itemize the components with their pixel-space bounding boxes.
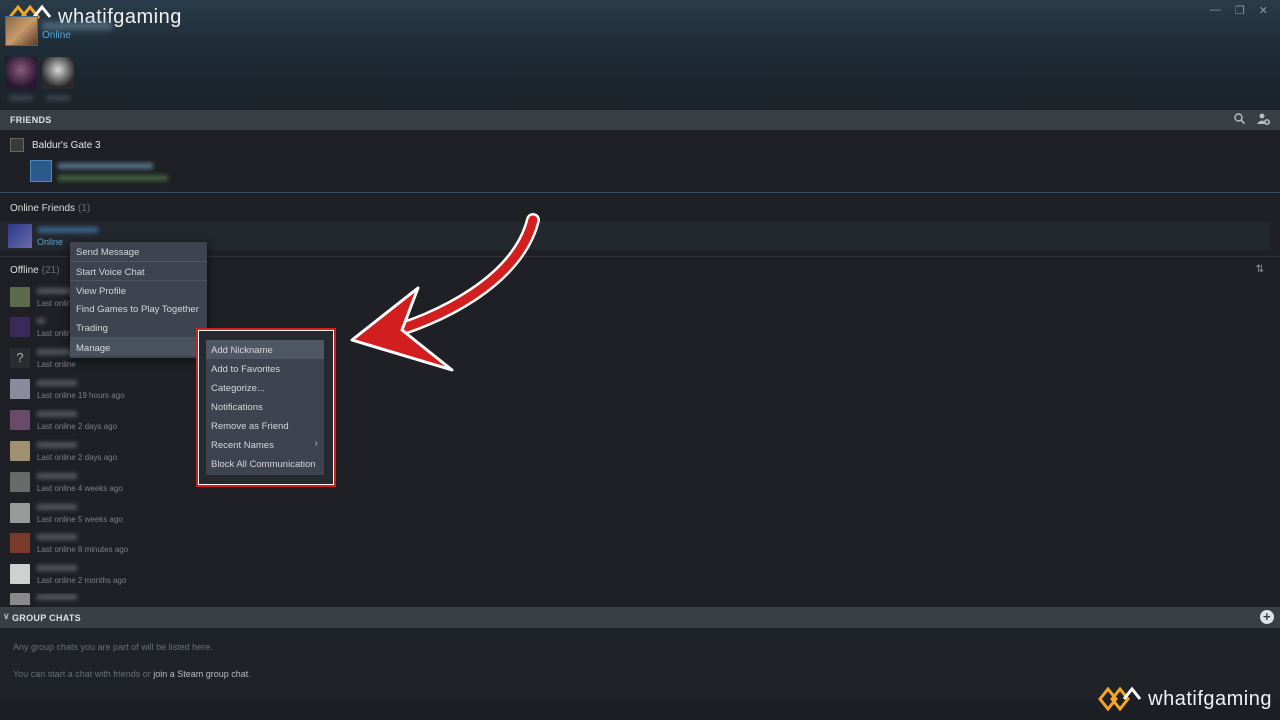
friend-status: Last online 19 hours ago [37,391,125,400]
menu-item-recent-names[interactable]: Recent Names › [206,435,324,454]
avatar [10,287,30,307]
game-icon [10,138,24,152]
menu-item-trading[interactable]: Trading [70,318,207,337]
user-name-blurred [42,22,112,30]
user-panel: whatifgaming Online — ❐ ✕ [0,0,1280,110]
avatar [10,472,30,492]
watermark-logo-icon [1098,686,1142,712]
menu-item-view-profile[interactable]: View Profile [70,280,207,299]
recent-names-label: Recent Names [211,440,274,451]
friends-header-title: FRIENDS [10,115,52,125]
friend-name-blurred [37,442,77,448]
add-group-chat-icon[interactable]: + [1260,610,1274,624]
favorite-friend-avatar[interactable] [42,57,74,89]
join-group-chat-link[interactable]: join a Steam group chat [153,669,248,679]
friend-status: Last online 2 months ago [37,576,127,585]
friend-name-blurred [37,534,77,540]
offline-title-label: Offline [10,265,39,276]
friend-status: Last online 4 weeks ago [37,484,123,493]
friend-name-blurred [37,504,77,510]
friends-header: FRIENDS [0,110,1280,130]
add-friend-icon[interactable] [1257,113,1270,125]
friend-name-blurred [37,380,77,386]
chevron-right-icon: › [314,438,318,449]
close-button[interactable]: ✕ [1259,4,1268,17]
user-status[interactable]: Online [42,30,71,41]
friend-game-status-blurred [58,175,168,181]
avatar [10,317,30,337]
friend-avatar[interactable] [8,224,32,248]
user-avatar[interactable] [5,16,38,46]
group-chats-header[interactable]: ∨ GROUP CHATS + [0,607,1280,628]
window-controls: — ❐ ✕ [1210,4,1268,17]
friend-status: Online [37,237,64,247]
friend-name-blurred [37,318,45,324]
avatar-placeholder-icon: ? [10,348,30,368]
menu-item-start-voice-chat[interactable]: Start Voice Chat [70,261,207,280]
offline-count: (21) [41,265,60,276]
menu-item-find-games[interactable]: Find Games to Play Together [70,299,207,318]
avatar [10,593,30,605]
game-title: Baldur's Gate 3 [32,139,101,151]
friend-status: Last online 5 weeks ago [37,515,123,524]
menu-item-notifications[interactable]: Notifications [206,397,324,416]
menu-item-categorize[interactable]: Categorize... [206,378,324,397]
menu-item-add-nickname[interactable]: Add Nickname [206,340,324,359]
friend-status: Last online 8 minutes ago [37,545,129,554]
favorite-friend-label [46,95,70,101]
online-friends-title[interactable]: Online Friends (1) [10,203,90,214]
list-item[interactable]: Last online 8 minutes ago [10,533,310,559]
divider [0,192,1280,193]
in-game-group[interactable]: Baldur's Gate 3 [10,138,101,152]
favorite-friend-label [9,95,33,101]
steam-friends-window: whatifgaming Online — ❐ ✕ FRIENDS Baldur… [0,0,1280,720]
friend-context-menu: Send Message Start Voice Chat View Profi… [70,242,207,358]
friend-status: Last online 2 days ago [37,422,118,431]
menu-item-add-to-favorites[interactable]: Add to Favorites [206,359,324,378]
manage-submenu: Add Nickname Add to Favorites Categorize… [206,340,324,475]
avatar [10,410,30,430]
menu-item-remove-friend[interactable]: Remove as Friend [206,416,324,435]
favorite-friend-avatar[interactable] [5,57,37,89]
avatar [10,533,30,553]
offline-friends-title[interactable]: Offline (21) [10,265,60,276]
friend-name-blurred [37,411,77,417]
hint-suffix: . [248,669,251,679]
list-item[interactable]: Last online 5 weeks ago [10,503,310,529]
friend-status: Last online 2 days ago [37,453,118,462]
annotation-arrow-icon [350,213,540,372]
group-chats-title: GROUP CHATS [12,613,81,623]
friend-status: Last online [37,360,76,369]
chevron-down-icon[interactable]: ∨ [3,611,10,622]
avatar [10,379,30,399]
friend-name-blurred [58,163,153,169]
avatar [10,441,30,461]
hint-prefix: You can start a chat with friends or [13,669,154,679]
friend-name-blurred [38,227,98,233]
menu-item-manage[interactable]: Manage [70,337,207,356]
search-icon[interactable] [1234,113,1245,124]
watermark-text: whatifgaming [1148,687,1272,710]
friend-name-blurred [37,473,77,479]
group-chats-empty-text: Any group chats you are part of will be … [13,642,213,652]
minimize-button[interactable]: — [1210,4,1221,17]
online-title-label: Online Friends [10,203,76,214]
maximize-button[interactable]: ❐ [1235,4,1245,17]
menu-item-send-message[interactable]: Send Message [70,242,207,261]
online-count: (1) [78,203,91,214]
group-chats-hint: You can start a chat with friends or joi… [13,669,251,679]
friend-avatar[interactable] [30,160,52,182]
friend-name-blurred [37,565,77,571]
avatar [10,564,30,584]
bottom-bar [0,700,1280,720]
sort-icon[interactable]: ⇅ [1256,264,1264,275]
list-item[interactable] [10,593,310,605]
friend-name-blurred [37,594,77,600]
list-item[interactable]: Last online 2 months ago [10,564,310,590]
avatar [10,503,30,523]
watermark-bottom: whatifgaming [1098,686,1272,712]
menu-item-block-communication[interactable]: Block All Communication [206,454,324,473]
